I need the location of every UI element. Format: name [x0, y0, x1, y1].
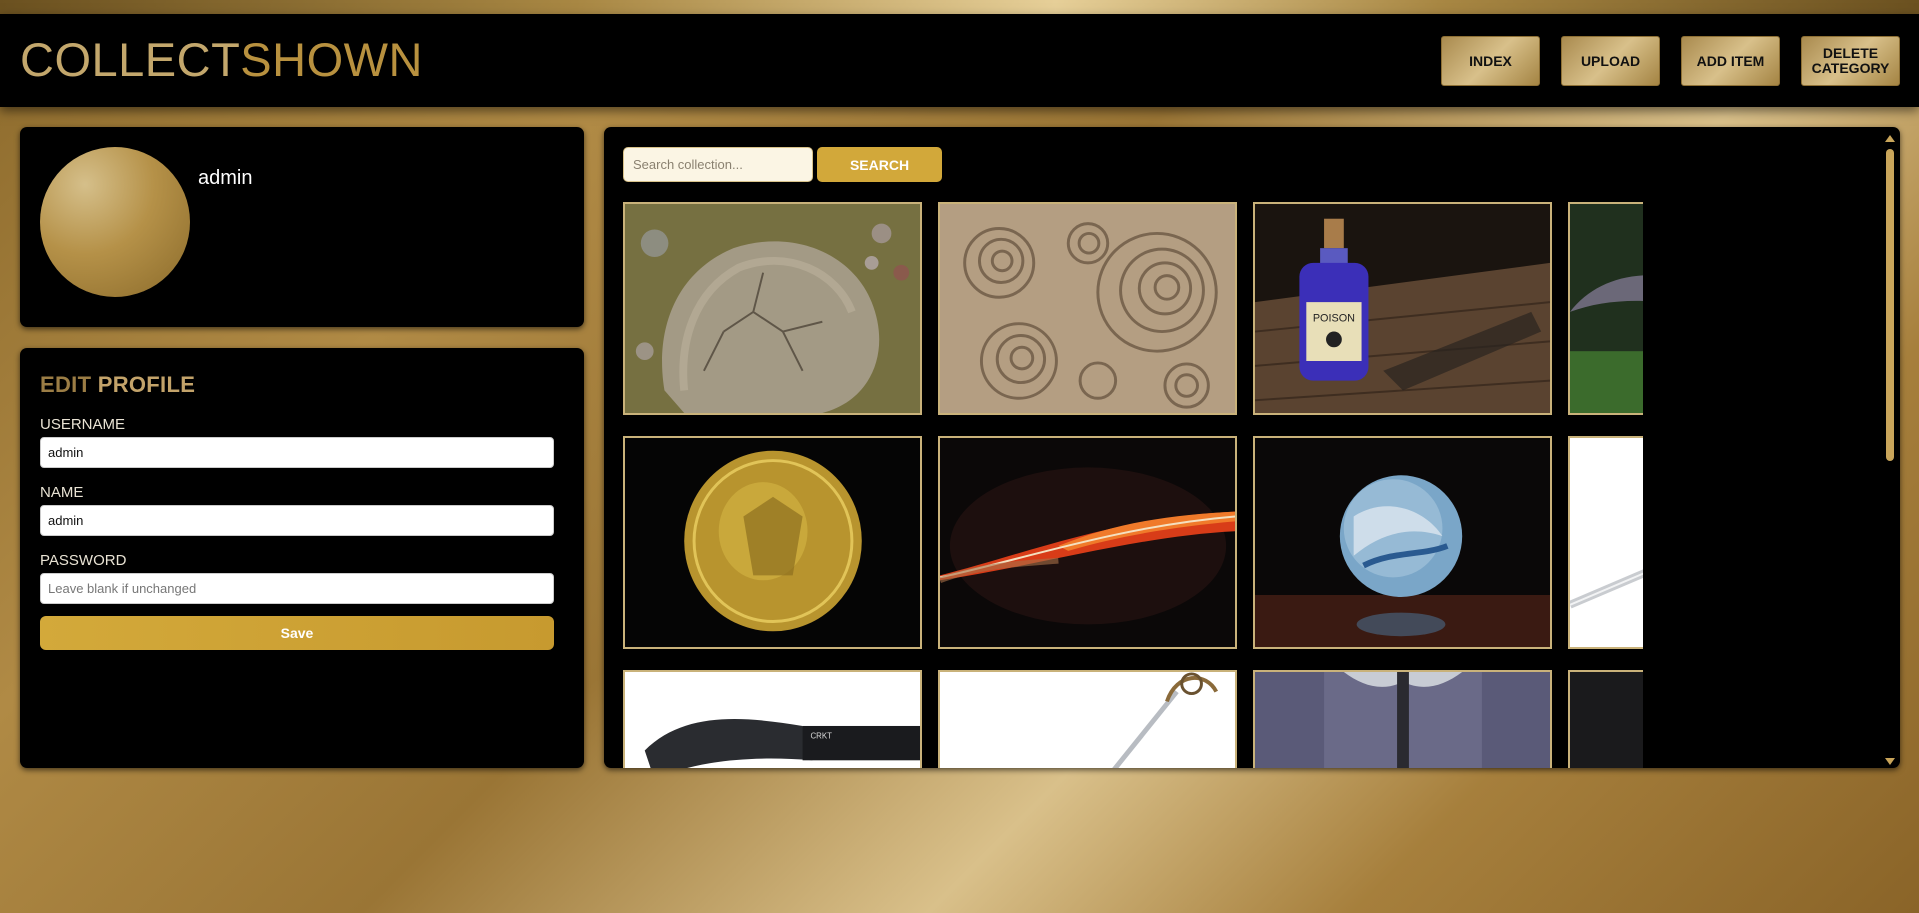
kukri-brand-text: CRKT — [810, 732, 832, 741]
gallery-item-rapier[interactable] — [938, 670, 1237, 768]
gallery-item-poison-bottle[interactable]: POISON — [1253, 202, 1552, 415]
upload-button[interactable]: UPLOAD — [1561, 36, 1660, 86]
delete-category-label-line1: DELETE — [1822, 45, 1879, 61]
fantasy-dagger-image — [1570, 672, 1643, 768]
gallery-item-feather[interactable] — [938, 436, 1237, 649]
battle-axe-image — [1255, 672, 1550, 768]
gallery-item-battle-axe[interactable] — [1253, 670, 1552, 768]
gallery-item-kukri[interactable]: CRKT — [623, 670, 922, 768]
poison-bottle-image: POISON — [1255, 204, 1550, 413]
scroll-thumb[interactable] — [1886, 149, 1894, 461]
kukri-image: CRKT — [625, 672, 920, 768]
edit-title-part2: PROFILE — [97, 372, 196, 397]
longsword-image — [1570, 438, 1643, 647]
add-item-button[interactable]: ADD ITEM — [1681, 36, 1780, 86]
app-header: COLLECTSHOWN INDEX UPLOAD ADD ITEM DELET… — [0, 14, 1919, 107]
username-label: USERNAME — [40, 416, 126, 433]
feather-image — [940, 438, 1235, 647]
gallery-item-marble[interactable] — [1253, 436, 1552, 649]
delete-category-label-line2: CATEGORY — [1811, 60, 1890, 76]
fossils-image — [940, 204, 1235, 413]
save-button[interactable]: Save — [40, 616, 554, 650]
delete-category-button[interactable]: DELETE CATEGORY — [1801, 36, 1900, 86]
name-label: NAME — [40, 484, 84, 501]
search-button[interactable]: SEARCH — [817, 147, 942, 182]
name-field[interactable] — [40, 505, 554, 536]
marble-image — [1255, 438, 1550, 647]
profile-card: admin — [20, 127, 584, 327]
scroll-up-arrow-icon[interactable] — [1885, 135, 1895, 142]
gallery-item-fantasy-dagger[interactable] — [1568, 670, 1643, 768]
gallery-panel: SEARCH — [604, 127, 1900, 768]
bat-flower-image — [1570, 204, 1643, 413]
stone-image — [625, 204, 920, 413]
gallery-item-fossils[interactable] — [938, 202, 1237, 415]
rapier-image — [940, 672, 1235, 768]
password-field[interactable] — [40, 573, 554, 604]
username-field[interactable] — [40, 437, 554, 468]
gallery-item-bat-flower[interactable] — [1568, 202, 1643, 415]
gallery-grid: POISON CRKT — [623, 202, 1643, 768]
edit-title-part1: EDIT — [40, 372, 92, 397]
gallery-item-longsword[interactable] — [1568, 436, 1643, 649]
top-gradient-strip — [0, 0, 1919, 14]
edit-profile-panel: EDIT PROFILE USERNAME NAME PASSWORD Save — [20, 348, 584, 768]
profile-username: admin — [198, 167, 253, 189]
logo-part-collect: COLLECT — [20, 33, 241, 86]
logo-part-shown: SHOWN — [240, 33, 423, 86]
gallery-item-stone[interactable] — [623, 202, 922, 415]
edit-profile-title: EDIT PROFILE — [40, 372, 195, 398]
search-input[interactable] — [623, 147, 813, 182]
gallery-scrollbar[interactable] — [1884, 131, 1896, 767]
scroll-down-arrow-icon[interactable] — [1885, 758, 1895, 765]
gold-coin-image — [625, 438, 920, 647]
poison-label-text: POISON — [1313, 313, 1355, 325]
password-label: PASSWORD — [40, 552, 127, 569]
gallery-item-gold-coin[interactable] — [623, 436, 922, 649]
avatar — [40, 147, 190, 297]
app-logo[interactable]: COLLECTSHOWN — [20, 36, 423, 83]
index-button[interactable]: INDEX — [1441, 36, 1540, 86]
